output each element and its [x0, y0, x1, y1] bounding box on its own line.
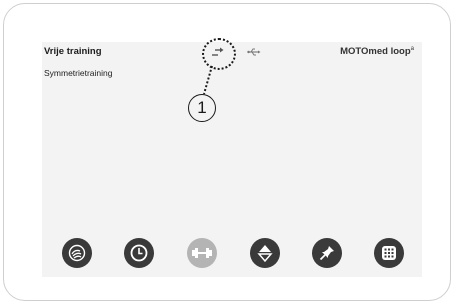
pin-button[interactable] — [312, 238, 342, 268]
training-mode: Symmetrietraining — [44, 68, 113, 78]
training-title: Vrije training — [44, 46, 102, 57]
clock-icon — [130, 244, 148, 262]
device-frame: Vrije training Symmetrietraining MOTOmed… — [3, 3, 451, 301]
bottom-toolbar — [42, 238, 422, 268]
callout-number: 1 — [188, 94, 216, 122]
therapist-hand-icon — [68, 244, 86, 262]
clock-button[interactable] — [124, 238, 154, 268]
dumbbell-icon — [192, 248, 212, 258]
up-down-button[interactable] — [250, 238, 280, 268]
pin-icon — [319, 246, 334, 261]
brand-name: MOTOmed loopa — [340, 46, 414, 58]
grid-menu-icon — [382, 246, 396, 260]
usb-icon — [247, 48, 261, 56]
callout-highlight — [202, 38, 236, 70]
up-down-icon — [257, 245, 273, 263]
device-screen: Vrije training Symmetrietraining MOTOmed… — [42, 38, 422, 277]
grid-menu-button[interactable] — [374, 238, 404, 268]
therapist-hand-button[interactable] — [62, 238, 92, 268]
dumbbell-button[interactable] — [187, 238, 217, 268]
